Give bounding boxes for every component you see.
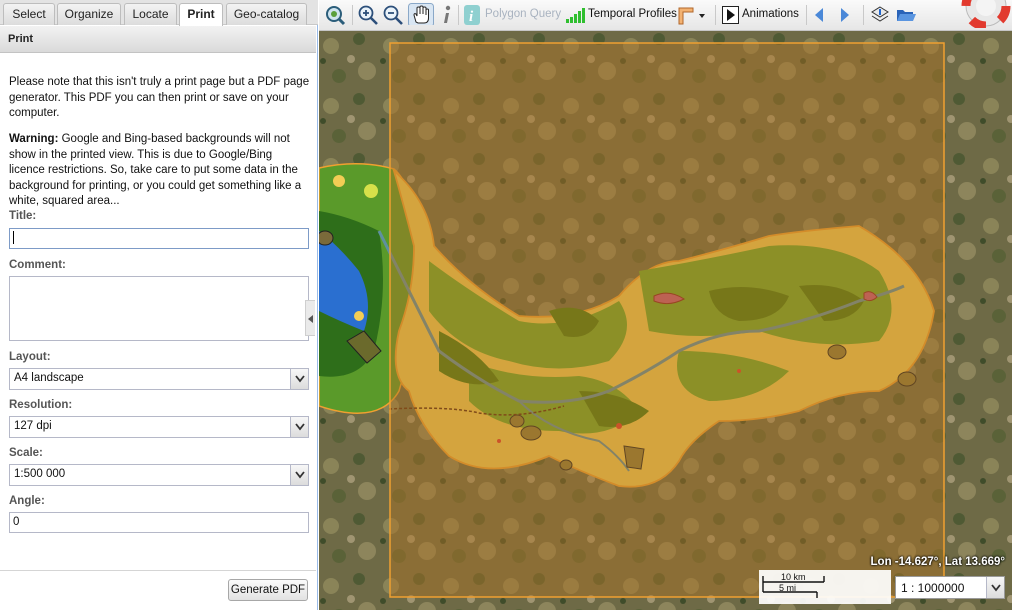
scale-km-label: 10 km bbox=[781, 572, 806, 582]
play-icon[interactable] bbox=[722, 6, 740, 28]
text-caret bbox=[13, 231, 14, 245]
map-scale-value: 1 : 1000000 bbox=[901, 581, 965, 595]
zoom-out-icon[interactable] bbox=[382, 4, 404, 26]
map-view[interactable]: Lon -14.627°, Lat 13.669° 10 km 5 mi 1 :… bbox=[319, 31, 1012, 610]
comment-textarea[interactable] bbox=[9, 276, 309, 341]
layers-icon[interactable] bbox=[870, 4, 890, 26]
chevron-down-icon bbox=[295, 471, 305, 479]
tab-locate[interactable]: Locate bbox=[124, 3, 177, 25]
toolbar-separator bbox=[806, 5, 807, 25]
temporal-profiles-button[interactable]: Temporal Profiles bbox=[588, 8, 677, 20]
title-input[interactable] bbox=[9, 228, 309, 249]
animations-button[interactable]: Animations bbox=[742, 8, 799, 20]
map-scale-select[interactable]: 1 : 1000000 bbox=[895, 576, 1005, 599]
resolution-select[interactable]: 127 dpi bbox=[9, 416, 309, 438]
scale-dropdown-trigger[interactable] bbox=[290, 465, 308, 485]
layout-label: Layout: bbox=[9, 351, 51, 363]
open-folder-icon[interactable] bbox=[895, 4, 917, 26]
map-toolbar: i Polygon Query Temporal Profiles Animat… bbox=[319, 0, 1012, 31]
angle-label: Angle: bbox=[9, 495, 45, 507]
layout-dropdown-trigger[interactable] bbox=[290, 369, 308, 389]
print-panel: Select Organize Locate Print Geo-catalog… bbox=[0, 0, 318, 610]
scale-label: Scale: bbox=[9, 447, 43, 459]
print-extent-box[interactable] bbox=[389, 42, 945, 598]
print-intro-text: Please note that this isn't truly a prin… bbox=[9, 76, 310, 119]
generate-pdf-button[interactable]: Generate PDF bbox=[228, 579, 308, 601]
angle-input[interactable]: 0 bbox=[9, 512, 309, 533]
panel-collapse-handle[interactable] bbox=[305, 300, 315, 336]
zoom-extent-icon[interactable] bbox=[324, 4, 346, 26]
info-icon[interactable] bbox=[438, 4, 456, 26]
panel-title: Print bbox=[0, 26, 316, 53]
tab-strip: Select Organize Locate Print Geo-catalog bbox=[0, 0, 318, 26]
temporal-profiles-icon[interactable] bbox=[565, 6, 587, 28]
toolbar-separator bbox=[458, 5, 459, 25]
tab-geo-catalog[interactable]: Geo-catalog bbox=[226, 3, 307, 25]
scale-value: 1:500 000 bbox=[14, 468, 66, 480]
measure-ruler-icon[interactable] bbox=[677, 4, 707, 26]
back-arrow-icon[interactable] bbox=[813, 7, 825, 29]
chevron-down-icon bbox=[295, 423, 305, 431]
tab-organize[interactable]: Organize bbox=[57, 3, 121, 25]
scale-mi-label: 5 mi bbox=[779, 583, 797, 593]
print-warning-text: Warning: Google and Bing-based backgroun… bbox=[9, 132, 311, 210]
tab-select[interactable]: Select bbox=[3, 3, 55, 25]
polygon-query-icon[interactable]: i bbox=[463, 4, 481, 26]
comment-label: Comment: bbox=[9, 259, 66, 271]
chevron-down-icon bbox=[295, 375, 305, 383]
tab-print[interactable]: Print bbox=[179, 3, 223, 26]
title-label: Title: bbox=[9, 210, 37, 222]
warning-label: Warning: bbox=[9, 133, 59, 145]
toolbar-separator bbox=[715, 5, 716, 25]
resolution-dropdown-trigger[interactable] bbox=[290, 417, 308, 437]
toolbar-separator bbox=[352, 5, 353, 25]
polygon-query-button[interactable]: Polygon Query bbox=[485, 8, 561, 20]
collapse-left-icon bbox=[308, 315, 313, 323]
panel-footer-divider bbox=[0, 570, 316, 571]
coordinate-readout: Lon -14.627°, Lat 13.669° bbox=[870, 556, 1005, 568]
zoom-in-icon[interactable] bbox=[357, 4, 379, 26]
layout-select[interactable]: A4 landscape bbox=[9, 368, 309, 390]
forward-arrow-icon[interactable] bbox=[839, 7, 851, 29]
toolbar-separator bbox=[863, 5, 864, 25]
layout-value: A4 landscape bbox=[14, 372, 84, 384]
scale-bar: 10 km 5 mi bbox=[759, 570, 891, 604]
map-canvas[interactable] bbox=[319, 31, 1012, 610]
pan-hand-icon[interactable] bbox=[408, 3, 434, 25]
scale-select[interactable]: 1:500 000 bbox=[9, 464, 309, 486]
map-scale-dropdown-trigger[interactable] bbox=[986, 577, 1004, 598]
help-lifebuoy-icon[interactable] bbox=[960, 0, 1012, 28]
resolution-label: Resolution: bbox=[9, 399, 73, 411]
chevron-down-icon bbox=[991, 584, 1001, 592]
resolution-value: 127 dpi bbox=[14, 420, 52, 432]
